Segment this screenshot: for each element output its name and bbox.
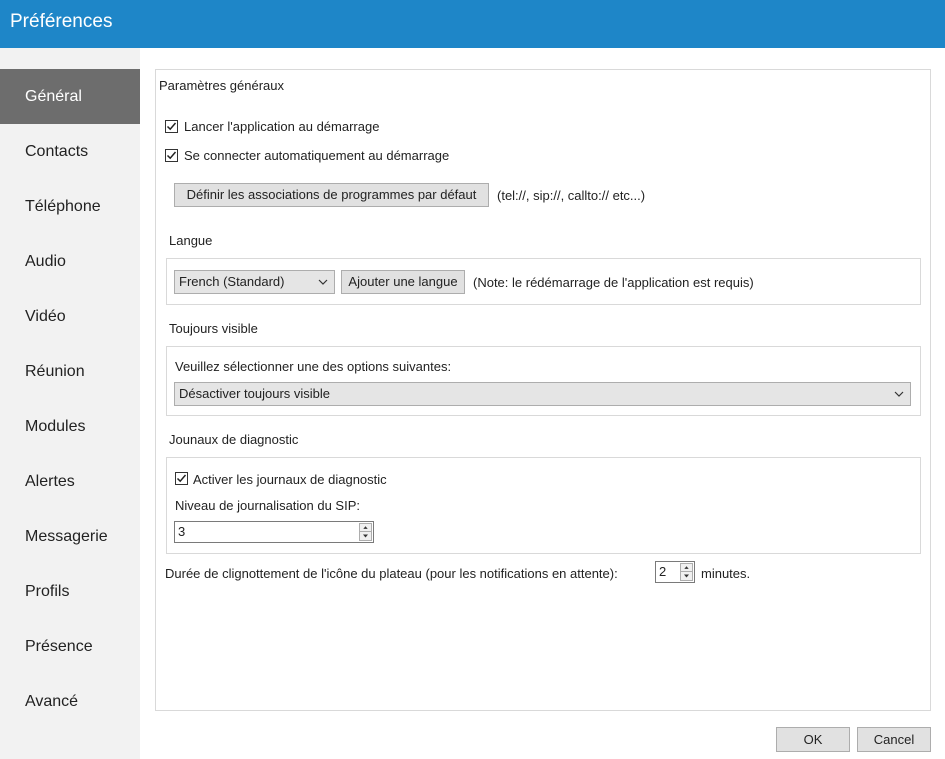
sip-level-spin-arrows[interactable] [359, 523, 372, 541]
tray-blink-stepper[interactable]: 2 [655, 561, 695, 583]
spin-down-icon[interactable] [681, 572, 692, 580]
default-associations-button[interactable]: Définir les associations de programmes p… [174, 183, 489, 207]
tray-blink-value: 2 [659, 564, 667, 579]
sip-level-stepper[interactable]: 3 [174, 521, 374, 543]
tray-blink-label: Durée de clignottement de l'icône du pla… [165, 566, 618, 581]
launch-at-startup-checkbox[interactable] [165, 120, 178, 133]
launch-at-startup-label: Lancer l'application au démarrage [184, 119, 380, 134]
spin-up-icon[interactable] [360, 524, 371, 532]
title-bar: Préférences [0, 0, 945, 48]
language-dropdown-value: French (Standard) [179, 274, 285, 289]
language-section-title: Langue [169, 233, 213, 248]
tray-blink-spin-arrows[interactable] [680, 563, 693, 581]
checkmark-icon [166, 122, 177, 131]
sidebar-item-presence[interactable]: Présence [0, 619, 140, 674]
language-restart-note: (Note: le rédémarrage de l'application e… [473, 275, 754, 290]
sidebar-item-modules[interactable]: Modules [0, 399, 140, 454]
spin-up-icon[interactable] [681, 564, 692, 572]
add-language-button[interactable]: Ajouter une langue [341, 270, 465, 294]
language-dropdown[interactable]: French (Standard) [174, 270, 335, 294]
chevron-down-icon [318, 279, 328, 285]
checkmark-icon [176, 474, 187, 483]
general-section-title: Paramètres généraux [159, 78, 285, 93]
default-associations-note: (tel://, sip://, callto:// etc...) [497, 188, 646, 203]
sidebar-item-alerts[interactable]: Alertes [0, 454, 140, 509]
always-visible-prompt: Veuillez sélectionner une des options su… [175, 359, 452, 374]
sidebar-item-video[interactable]: Vidéo [0, 289, 140, 344]
sidebar-item-meeting[interactable]: Réunion [0, 344, 140, 399]
cancel-button[interactable]: Cancel [857, 727, 931, 752]
sidebar-item-advanced[interactable]: Avancé [0, 674, 140, 729]
sidebar-item-audio[interactable]: Audio [0, 234, 140, 289]
tray-blink-unit: minutes. [701, 566, 751, 581]
always-visible-dropdown-value: Désactiver toujours visible [179, 386, 331, 401]
spin-down-icon[interactable] [360, 532, 371, 540]
sidebar-item-messaging[interactable]: Messagerie [0, 509, 140, 564]
auto-connect-checkbox[interactable] [165, 149, 178, 162]
sip-level-value: 3 [178, 524, 186, 539]
sidebar: Général Contacts Téléphone Audio Vidéo R… [0, 48, 140, 759]
diagnostics-section-title: Jounaux de diagnostic [169, 432, 299, 447]
ok-button[interactable]: OK [776, 727, 850, 752]
always-visible-section-title: Toujours visible [169, 321, 258, 336]
auto-connect-label: Se connecter automatiquement au démarrag… [184, 148, 450, 163]
sidebar-item-contacts[interactable]: Contacts [0, 124, 140, 179]
sidebar-item-profiles[interactable]: Profils [0, 564, 140, 619]
sidebar-item-general[interactable]: Général [0, 69, 140, 124]
sidebar-item-telephone[interactable]: Téléphone [0, 179, 140, 234]
enable-diagnostics-label: Activer les journaux de diagnostic [193, 472, 387, 487]
sip-level-label: Niveau de journalisation du SIP: [175, 498, 361, 513]
chevron-down-icon [894, 391, 904, 397]
checkmark-icon [166, 151, 177, 160]
always-visible-dropdown[interactable]: Désactiver toujours visible [174, 382, 911, 406]
window-title: Préférences [10, 11, 113, 32]
enable-diagnostics-checkbox[interactable] [175, 472, 188, 485]
